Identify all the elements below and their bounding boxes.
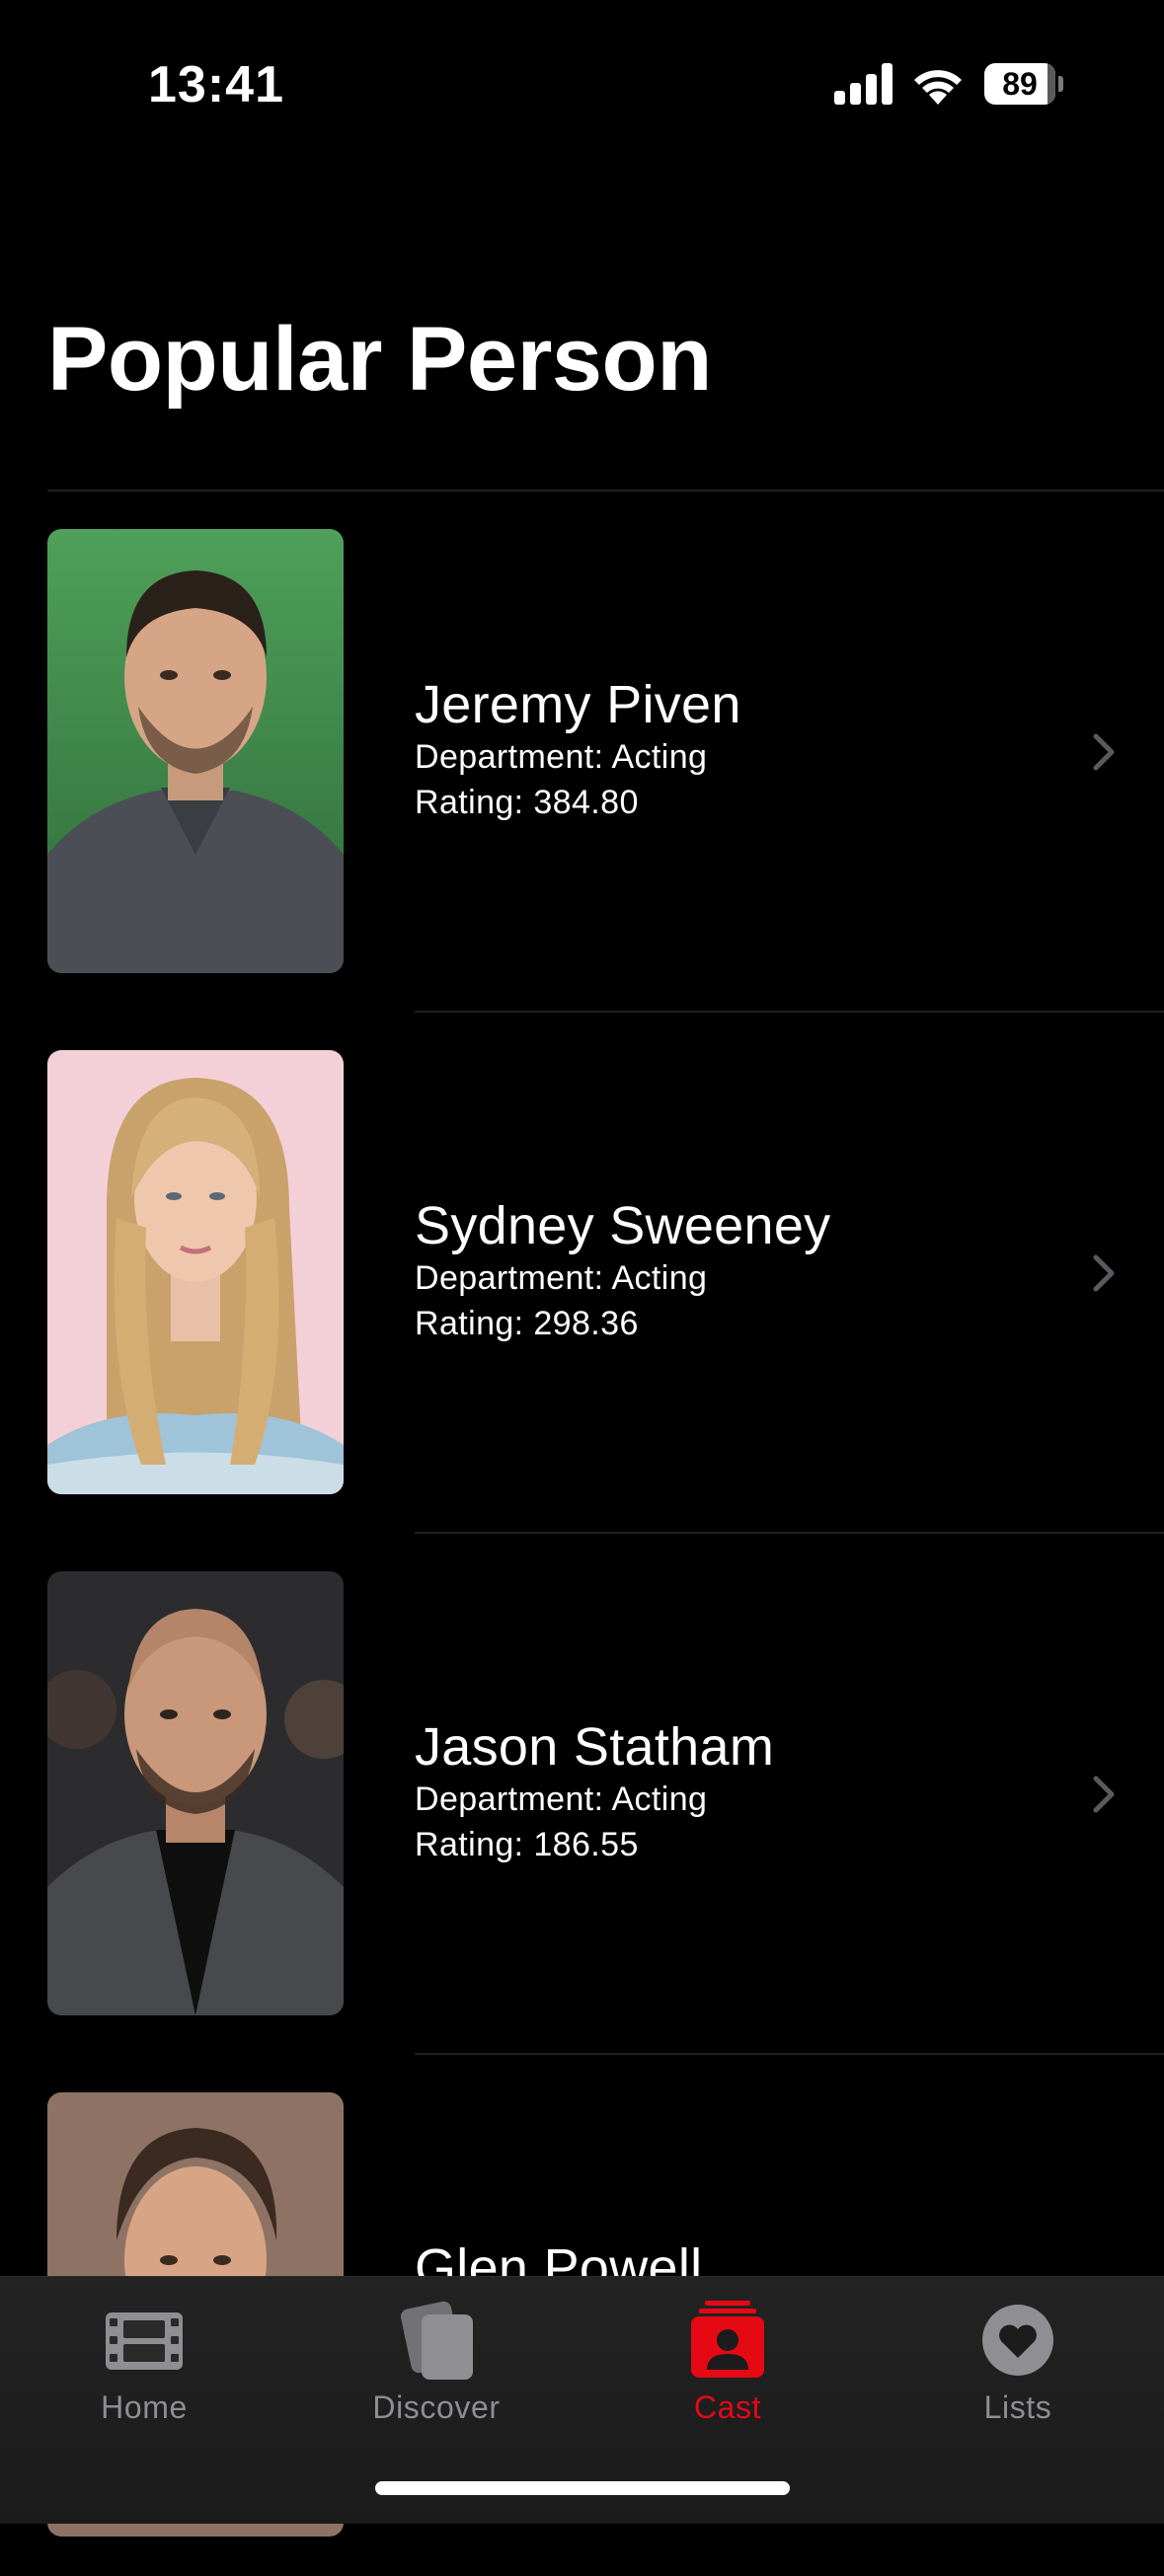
wifi-icon	[914, 70, 962, 105]
person-badge-icon	[691, 2301, 764, 2378]
tab-discover[interactable]: Discover	[318, 2299, 555, 2437]
tab-label: Home	[101, 2389, 188, 2425]
tab-label: Lists	[983, 2389, 1052, 2425]
tab-label: Discover	[372, 2389, 501, 2425]
status-time: 13:41	[148, 56, 284, 114]
person-list[interactable]: Jeremy Piven Department: Acting Rating: …	[0, 492, 1164, 2576]
person-name: Sydney Sweeney	[415, 1196, 831, 1255]
tab-home[interactable]: Home	[26, 2299, 263, 2437]
status-bar: 13:41 89	[0, 0, 1164, 158]
film-icon	[106, 2312, 183, 2370]
person-department: Department: Acting	[415, 1780, 708, 1818]
person-department: Department: Acting	[415, 738, 708, 776]
chevron-right-icon	[1093, 1776, 1115, 1813]
person-photo	[47, 529, 344, 973]
person-photo	[47, 1050, 344, 1494]
battery-icon: 89	[984, 63, 1063, 105]
person-row-sydney-sweeney[interactable]: Sydney Sweeney Department: Acting Rating…	[0, 1013, 1164, 1534]
person-name: Jeremy Piven	[415, 675, 741, 734]
person-rating: Rating: 384.80	[415, 784, 639, 821]
page-title: Popular Person	[47, 309, 712, 410]
tab-label: Cast	[693, 2389, 762, 2425]
tab-cast[interactable]: Cast	[609, 2299, 846, 2437]
chevron-right-icon	[1093, 733, 1115, 771]
cards-icon	[400, 2301, 473, 2380]
cellular-signal-icon	[834, 63, 892, 105]
person-info: Sydney Sweeney Department: Acting Rating…	[415, 1196, 830, 1346]
person-name: Jason Statham	[415, 1717, 775, 1777]
person-rating: Rating: 298.36	[415, 1305, 639, 1342]
person-photo	[47, 1571, 344, 2015]
home-indicator	[375, 2481, 790, 2495]
heart-icon	[982, 2305, 1053, 2376]
battery-level: 89	[1002, 66, 1038, 102]
person-department: Department: Acting	[415, 1259, 708, 1297]
person-info: Jeremy Piven Department: Acting Rating: …	[415, 675, 741, 825]
chevron-right-icon	[1093, 1254, 1115, 1292]
person-row-jeremy-piven[interactable]: Jeremy Piven Department: Acting Rating: …	[0, 492, 1164, 1013]
person-info: Jason Statham Department: Acting Rating:…	[415, 1717, 774, 1867]
tab-lists[interactable]: Lists	[899, 2299, 1136, 2437]
person-row-jason-statham[interactable]: Jason Statham Department: Acting Rating:…	[0, 1534, 1164, 2055]
person-rating: Rating: 186.55	[415, 1826, 639, 1863]
